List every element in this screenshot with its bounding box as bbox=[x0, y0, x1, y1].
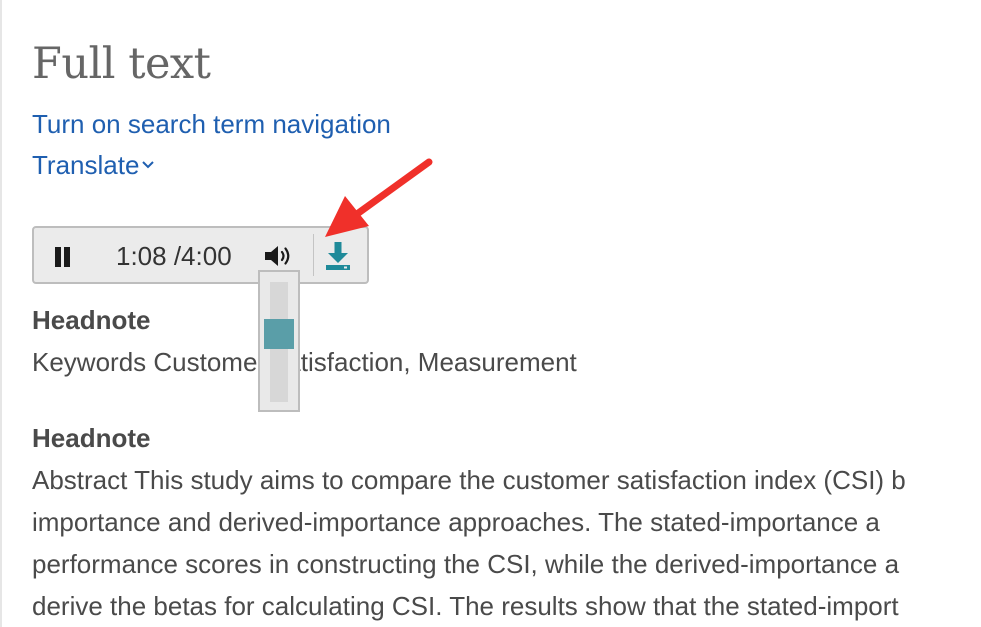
abstract-paragraph: Abstract This study aims to compare the … bbox=[32, 465, 981, 627]
volume-icon[interactable] bbox=[263, 244, 293, 268]
search-term-navigation-link[interactable]: Turn on search term navigation bbox=[32, 109, 391, 139]
playback-time: 1:08 /4:00 bbox=[116, 241, 232, 271]
headnote-heading-2: Headnote bbox=[32, 423, 151, 453]
red-arrow-annotation bbox=[325, 158, 433, 237]
volume-slider-popup bbox=[258, 270, 300, 412]
translate-label: Translate bbox=[32, 150, 140, 180]
headnote-heading-1: Headnote bbox=[32, 305, 151, 335]
abstract-line: Abstract This study aims to compare the … bbox=[32, 465, 906, 495]
abstract-line: derive the betas for calculating CSI. Th… bbox=[32, 591, 899, 621]
volume-slider-thumb[interactable] bbox=[264, 319, 294, 349]
player-divider bbox=[313, 234, 314, 276]
pause-icon[interactable] bbox=[54, 247, 72, 267]
chevron-down-icon bbox=[142, 161, 155, 169]
translate-dropdown[interactable]: Translate bbox=[32, 150, 155, 180]
page-title: Full text bbox=[32, 39, 211, 89]
full-text-panel: Full text Turn on search term navigation… bbox=[32, 0, 981, 627]
abstract-line: importance and derived-importance approa… bbox=[32, 507, 880, 537]
abstract-line: performance scores in constructing the C… bbox=[32, 549, 900, 579]
left-border bbox=[0, 0, 2, 627]
keywords-text: Keywords Customer satisfaction, Measurem… bbox=[32, 347, 577, 377]
